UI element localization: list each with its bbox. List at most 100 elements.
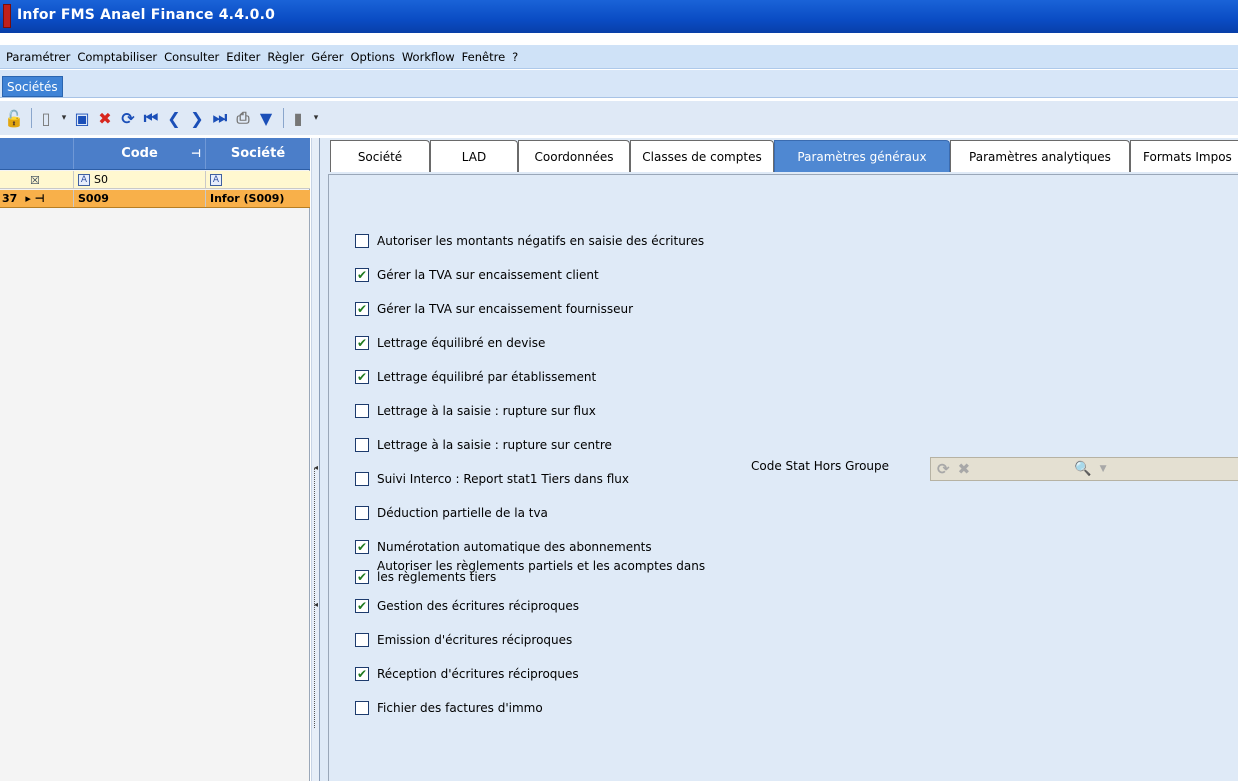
chevron-down-icon[interactable]: ▼ — [1100, 464, 1107, 474]
checkbox[interactable] — [355, 633, 369, 647]
clear-icon[interactable]: ✖ — [958, 460, 971, 478]
option-deduction-tva[interactable]: Déduction partielle de la tva — [355, 506, 548, 520]
checkbox-checked[interactable]: ✔ — [355, 599, 369, 613]
option-label: Lettrage équilibré par établissement — [377, 370, 597, 384]
option-label: Autoriser les montants négatifs en saisi… — [377, 234, 705, 248]
option-numerotation-abonnements[interactable]: ✔ Numérotation automatique des abonnemen… — [355, 540, 652, 554]
previous-record-icon[interactable]: ❮ — [164, 108, 184, 128]
code-stat-field[interactable]: ⟳ ✖ 🔍 ▼ — [930, 457, 1238, 481]
print-icon[interactable]: ⎙ — [233, 108, 253, 128]
refresh-icon[interactable]: ⟳ — [118, 108, 138, 128]
checkbox[interactable] — [355, 472, 369, 486]
app-icon[interactable] — [3, 4, 11, 28]
menu-options[interactable]: Options — [350, 50, 394, 64]
checkbox-checked[interactable]: ✔ — [355, 268, 369, 282]
delete-icon[interactable]: ✖ — [95, 108, 115, 128]
tab-parametres-generaux[interactable]: Paramètres généraux — [774, 140, 950, 172]
save-icon[interactable]: ▣ — [72, 108, 92, 128]
tab-parametres-analytiques[interactable]: Paramètres analytiques — [950, 140, 1130, 172]
new-document-icon[interactable]: ▯ — [36, 108, 56, 128]
option-lettrage-rupture-flux[interactable]: Lettrage à la saisie : rupture sur flux — [355, 404, 596, 418]
collapse-arrow-icon[interactable]: ◂ — [314, 600, 318, 609]
checkbox-checked[interactable]: ✔ — [355, 370, 369, 384]
checkbox[interactable] — [355, 506, 369, 520]
cell-societe[interactable]: Infor (S009) — [206, 190, 310, 207]
option-tva-encaissement-fournisseur[interactable]: ✔ Gérer la TVA sur encaissement fourniss… — [355, 302, 633, 316]
dropdown-arrow-icon[interactable]: ▼ — [256, 108, 276, 128]
option-label: Lettrage à la saisie : rupture sur flux — [377, 404, 596, 418]
menu-parametrer[interactable]: Paramétrer — [6, 50, 70, 64]
option-gestion-reciproques[interactable]: ✔ Gestion des écritures réciproques — [355, 599, 579, 613]
option-label: Lettrage à la saisie : rupture sur centr… — [377, 438, 612, 452]
checkbox[interactable] — [355, 404, 369, 418]
chevron-down-icon[interactable]: ▾ — [311, 108, 321, 128]
last-record-icon[interactable]: ⏭ — [210, 108, 230, 128]
checkbox[interactable] — [355, 701, 369, 715]
filter-societe-cell[interactable]: A — [206, 171, 310, 188]
filter-icon[interactable]: ☒ — [30, 174, 44, 187]
option-reglements-partiels[interactable]: ✔ Autoriser les règlements partiels et l… — [355, 560, 705, 584]
detail-panel: Société LAD Coordonnées Classes de compt… — [320, 138, 1238, 781]
document-tab-bar: Sociétés — [0, 70, 1238, 98]
societes-grid: Code ⊣ Société ☒ A S0 A 37 ▸ ⊣ S009 Info… — [0, 138, 310, 781]
option-label: Lettrage équilibré en devise — [377, 336, 546, 350]
menu-help[interactable]: ? — [512, 50, 518, 64]
chevron-down-icon[interactable]: ▾ — [59, 108, 69, 128]
unlock-icon[interactable]: 🔓 — [4, 108, 24, 128]
option-suivi-interco[interactable]: Suivi Interco : Report stat1 Tiers dans … — [355, 472, 629, 486]
option-lettrage-etablissement[interactable]: ✔ Lettrage équilibré par établissement — [355, 370, 596, 384]
tab-formats-impos[interactable]: Formats Impos — [1130, 140, 1238, 172]
column-header-societe[interactable]: Société — [206, 138, 310, 169]
panel-splitter[interactable]: ◂ ◂ — [311, 138, 320, 781]
grid-filter-row: ☒ A S0 A — [0, 171, 310, 189]
checkbox-checked[interactable]: ✔ — [355, 540, 369, 554]
cell-code[interactable]: S009 — [74, 190, 206, 207]
option-montants-negatifs[interactable]: Autoriser les montants négatifs en saisi… — [355, 234, 704, 248]
grid-header: Code ⊣ Société — [0, 138, 310, 170]
tab-classes-de-comptes[interactable]: Classes de comptes — [630, 140, 774, 172]
menu-workflow[interactable]: Workflow — [402, 50, 455, 64]
menu-regler[interactable]: Règler — [267, 50, 304, 64]
menu-consulter[interactable]: Consulter — [164, 50, 219, 64]
option-label: Emission d'écritures réciproques — [377, 633, 573, 647]
pin-icon[interactable]: ⊣ — [191, 147, 201, 160]
column-header-code-label: Code — [121, 146, 158, 161]
document-tab-societes[interactable]: Sociétés — [2, 76, 63, 97]
checkbox-checked[interactable]: ✔ — [355, 336, 369, 350]
option-tva-encaissement-client[interactable]: ✔ Gérer la TVA sur encaissement client — [355, 268, 599, 282]
next-record-icon[interactable]: ❯ — [187, 108, 207, 128]
option-label: Gestion des écritures réciproques — [377, 599, 579, 613]
menu-comptabiliser[interactable]: Comptabiliser — [77, 50, 157, 64]
checkbox-checked[interactable]: ✔ — [355, 302, 369, 316]
menu-gerer[interactable]: Gérer — [311, 50, 343, 64]
checkbox-checked[interactable]: ✔ — [355, 570, 369, 584]
search-icon[interactable]: 🔍 — [1074, 461, 1091, 477]
option-lettrage-devise[interactable]: ✔ Lettrage équilibré en devise — [355, 336, 545, 350]
option-label: Gérer la TVA sur encaissement client — [377, 268, 599, 282]
option-lettrage-rupture-centre[interactable]: Lettrage à la saisie : rupture sur centr… — [355, 438, 612, 452]
checkbox[interactable] — [355, 438, 369, 452]
filter-code-cell[interactable]: A S0 — [74, 171, 206, 188]
toolbar-separator — [283, 108, 284, 128]
column-header-code[interactable]: Code ⊣ — [74, 138, 206, 169]
export-icon[interactable]: ▮ — [288, 108, 308, 128]
checkbox[interactable] — [355, 234, 369, 248]
tab-lad[interactable]: LAD — [430, 140, 518, 172]
option-reception-reciproques[interactable]: ✔ Réception d'écritures réciproques — [355, 667, 579, 681]
current-row-arrow-icon: ▸ ⊣ — [25, 192, 45, 205]
option-fichier-factures-immo[interactable]: Fichier des factures d'immo — [355, 701, 543, 715]
grid-header-selector — [0, 138, 74, 169]
filter-code-value: S0 — [94, 173, 108, 186]
menu-fenetre[interactable]: Fenêtre — [462, 50, 505, 64]
tab-coordonnees[interactable]: Coordonnées — [518, 140, 630, 172]
option-emission-reciproques[interactable]: Emission d'écritures réciproques — [355, 633, 572, 647]
text-filter-icon: A — [78, 173, 90, 186]
row-selector[interactable]: 37 ▸ ⊣ — [0, 190, 74, 207]
row-count: 37 — [2, 192, 18, 205]
first-record-icon[interactable]: ⏮ — [141, 108, 161, 128]
menu-editer[interactable]: Editer — [226, 50, 260, 64]
table-row[interactable]: 37 ▸ ⊣ S009 Infor (S009) — [0, 190, 310, 208]
refresh-icon[interactable]: ⟳ — [937, 460, 950, 478]
tab-societe[interactable]: Société — [330, 140, 430, 172]
checkbox-checked[interactable]: ✔ — [355, 667, 369, 681]
